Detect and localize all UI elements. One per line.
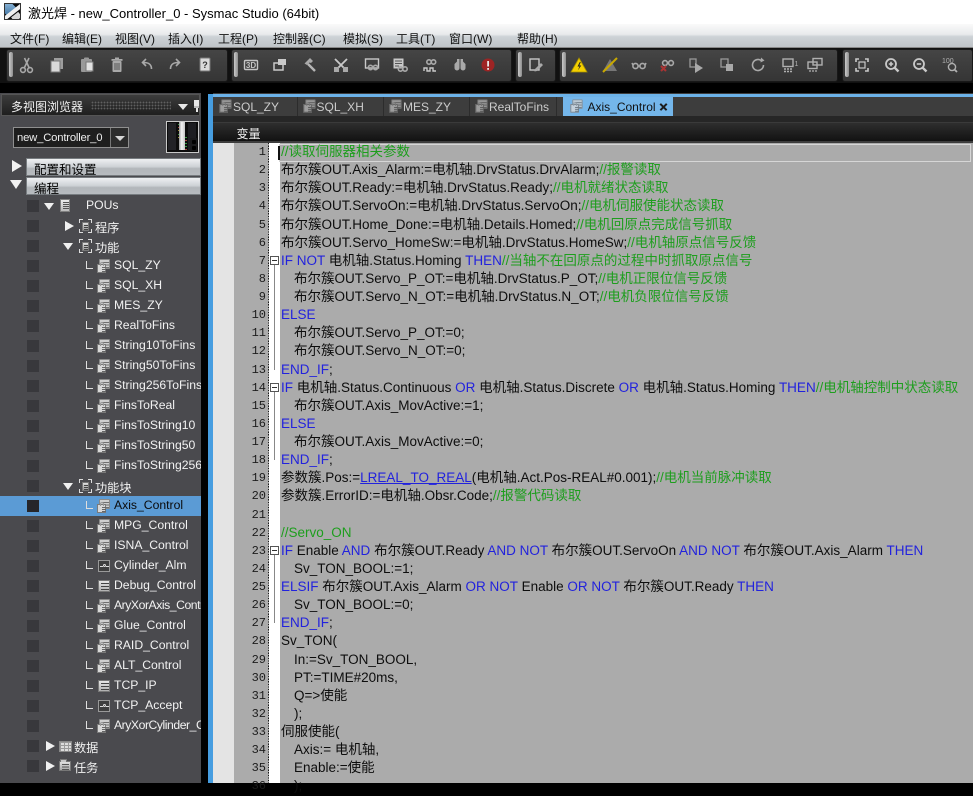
svg-text:1: 1: [795, 61, 799, 68]
svg-text:?: ?: [202, 60, 208, 70]
svg-text:3D: 3D: [246, 61, 256, 70]
